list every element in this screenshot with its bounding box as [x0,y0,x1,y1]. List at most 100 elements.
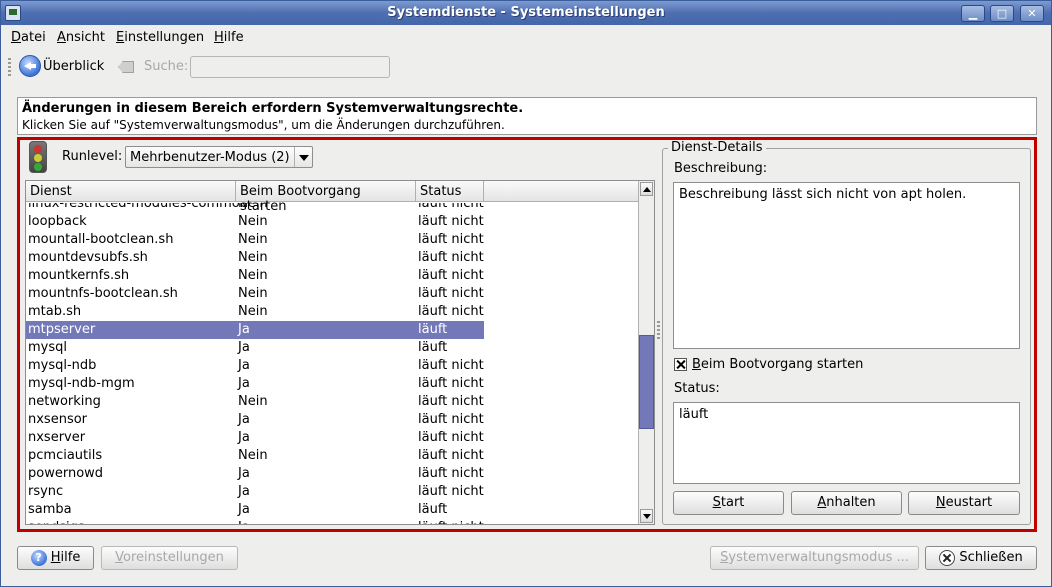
admin-mode-button[interactable]: Systemverwaltungsmodus ... [710,546,919,570]
go-back-icon[interactable] [19,55,41,77]
table-scrollbar[interactable] [638,181,654,524]
table-body: linux-restricted-modules-common Nein läuft… [26,203,638,524]
overview-button[interactable]: Überblick [43,59,104,74]
stop-button[interactable]: Anhalten [791,491,902,515]
table-row[interactable]: networking Nein läuft nicht [26,393,638,411]
cell-start-at-boot: Ja [238,412,250,427]
scroll-down-button[interactable] [640,509,653,523]
cell-start-at-boot: Ja [238,502,250,517]
cell-start-at-boot: Nein [238,394,268,409]
cell-service: mysql-ndb [28,358,97,373]
menu-ansicht[interactable]: Ansicht [57,30,105,45]
table-row[interactable]: nxserver Ja läuft nicht [26,429,638,447]
column-header-boot[interactable]: Beim Bootvorgang starten [236,181,416,214]
table-row[interactable]: mountdevsubfs.sh Nein läuft nicht [26,249,638,267]
scroll-up-button[interactable] [640,182,653,196]
table-row[interactable]: mysql-ndb-mgm Ja läuft nicht [26,375,638,393]
start-at-boot-label[interactable]: Beim Bootvorgang starten [692,357,863,372]
cell-start-at-boot: Ja [238,430,250,445]
cell-start-at-boot: Ja [238,322,250,337]
table-row[interactable]: mysql Ja läuft [26,339,638,357]
table-row[interactable]: rsync Ja läuft nicht [26,483,638,501]
column-header-status[interactable]: Status [416,181,484,202]
search-input[interactable] [190,56,390,78]
traffic-light-icon [29,141,47,173]
dialog-button-bar: ? Hilfe Voreinstellungen Systemverwaltun… [1,538,1051,586]
cell-status: läuft nicht [418,394,484,409]
chevron-down-icon[interactable] [294,147,312,167]
cell-status: läuft nicht [418,376,484,391]
notice-text: Klicken Sie auf "Systemverwaltungsmodus"… [22,118,505,132]
close-label: Schließen [959,550,1023,565]
start-at-boot-checkbox[interactable] [674,358,687,371]
cell-start-at-boot: Nein [238,268,268,283]
cell-service: sendsigs [28,520,85,524]
runlevel-select[interactable]: Mehrbenutzer-Modus (2) [125,146,313,168]
cell-service: powernowd [28,466,104,481]
table-row[interactable]: pcmciautils Nein läuft nicht [26,447,638,465]
cell-status: läuft nicht [418,232,484,247]
menu-hilfe[interactable]: Hilfe [214,30,244,45]
close-button[interactable]: Schließen [925,546,1037,570]
cell-service: mountkernfs.sh [28,268,130,283]
table-row[interactable]: powernowd Ja läuft nicht [26,465,638,483]
cell-status: läuft nicht [418,466,484,481]
start-button[interactable]: Start [673,491,784,515]
table-row[interactable]: mtpserver Ja läuft [26,321,638,339]
title-bar[interactable]: Systemdienste - Systemeinstellungen ▁ □ … [1,1,1051,25]
cell-service: rsync [28,484,64,499]
cell-service: mysql-ndb-mgm [28,376,135,391]
cell-status: läuft nicht [418,250,484,265]
table-row[interactable]: mysql-ndb Ja läuft nicht [26,357,638,375]
menu-einstellungen[interactable]: Einstellungen [116,30,204,45]
cell-start-at-boot: Nein [238,304,268,319]
runlevel-selected-value: Mehrbenutzer-Modus (2) [130,150,290,165]
table-row[interactable]: mountkernfs.sh Nein läuft nicht [26,267,638,285]
table-row[interactable]: mountall-bootclean.sh Nein läuft nicht [26,231,638,249]
maximize-icon: □ [996,7,1008,20]
table-row[interactable]: sendsigs Ja läuft nicht [26,519,638,524]
cell-start-at-boot: Nein [238,214,268,229]
cell-status: läuft nicht [418,412,484,427]
description-label: Beschreibung: [674,161,768,176]
defaults-button[interactable]: Voreinstellungen [101,546,238,570]
cell-service: linux-restricted-modules-common [28,203,248,211]
cell-service: networking [28,394,101,409]
table-row[interactable]: linux-restricted-modules-common Nein läuft… [26,203,638,213]
column-header-dienst[interactable]: Dienst [26,181,236,202]
cell-status: läuft nicht [418,203,484,211]
pane-splitter[interactable] [657,321,660,341]
toolbar-grip[interactable] [8,58,11,76]
restart-button[interactable]: Neustart [908,491,1020,515]
cell-service: mountdevsubfs.sh [28,250,148,265]
cell-service: samba [28,502,72,517]
help-button[interactable]: ? Hilfe [17,546,94,570]
cell-start-at-boot: Nein [238,448,268,463]
window-title: Systemdienste - Systemeinstellungen [387,5,665,20]
service-details-title: Dienst-Details [668,140,766,155]
table-row[interactable]: mountnfs-bootclean.sh Nein läuft nicht [26,285,638,303]
cell-start-at-boot: Nein [238,203,268,211]
cell-start-at-boot: Ja [238,520,250,524]
menu-bar: Datei Ansicht Einstellungen Hilfe [1,26,1051,50]
cell-start-at-boot: Nein [238,286,268,301]
cell-status: läuft [418,322,448,337]
cell-service: mountall-bootclean.sh [28,232,174,247]
minimize-button[interactable]: ▁ [961,5,985,22]
table-row[interactable]: nxsensor Ja läuft nicht [26,411,638,429]
scroll-thumb[interactable] [639,335,654,429]
cell-status: läuft nicht [418,520,484,524]
window: Systemdienste - Systemeinstellungen ▁ □ … [0,0,1052,587]
services-table: Dienst Beim Bootvorgang starten Status l… [25,180,655,525]
admin-notice: Änderungen in diesem Bereich erfordern S… [17,97,1037,135]
table-row[interactable]: samba Ja läuft [26,501,638,519]
maximize-button[interactable]: □ [990,5,1014,22]
table-row[interactable]: mtab.sh Nein läuft nicht [26,303,638,321]
runlevel-label: Runlevel: [62,149,123,164]
status-label: Status: [674,381,720,396]
table-row[interactable]: loopback Nein läuft nicht [26,213,638,231]
cell-status: läuft nicht [418,358,484,373]
close-window-button[interactable]: ✕ [1020,5,1044,22]
menu-datei[interactable]: Datei [11,30,46,45]
cell-start-at-boot: Nein [238,232,268,247]
